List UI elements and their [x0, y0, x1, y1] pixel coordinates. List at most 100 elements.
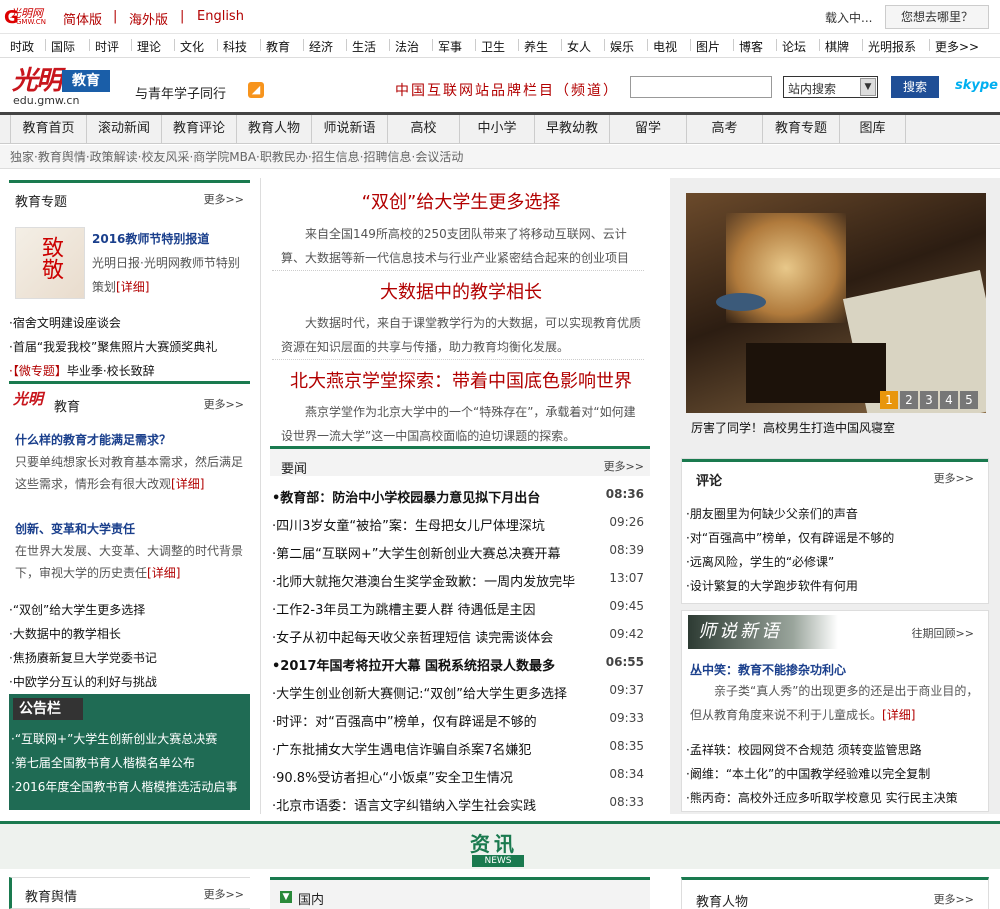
slideshow-image[interactable]	[686, 193, 986, 413]
channel-nav-item[interactable]: 女人	[567, 38, 591, 55]
comment-more-link[interactable]: 更多>>	[934, 470, 974, 486]
gmw-logo[interactable]: 光明网 GMW.CN G	[4, 5, 50, 29]
channel-nav-item[interactable]: 生活	[352, 38, 376, 55]
slide-page-button[interactable]: 5	[960, 391, 978, 409]
news-row[interactable]: ·第二届“互联网+”大学生创新创业大赛总决赛开幕 08:39	[272, 543, 644, 562]
comment-link[interactable]: ·远离风险，学生的“必修课”	[686, 553, 834, 570]
news-more-link[interactable]: 更多>>	[604, 458, 644, 474]
main-nav-item[interactable]: 教育首页	[10, 115, 87, 143]
edu-link[interactable]: ·焦扬赓新复旦大学党委书记	[9, 649, 157, 666]
channel-nav-item[interactable]: 卫生	[481, 38, 505, 55]
notice-link[interactable]: ·“互联网+”大学生创新创业大赛总决赛	[11, 730, 217, 747]
edu-more-link[interactable]: 更多>>	[204, 396, 244, 412]
main-nav-item[interactable]: 师说新语	[312, 115, 388, 143]
channel-nav-item[interactable]: 论坛	[782, 38, 806, 55]
special-link[interactable]: ·宿舍文明建设座谈会	[9, 314, 121, 331]
channel-nav-item[interactable]: 经济	[309, 38, 333, 55]
lang-english-link[interactable]: English	[197, 9, 244, 24]
edu-q2-link[interactable]: 创新、变革和大学责任	[15, 520, 135, 537]
channel-nav-item[interactable]: 棋牌	[825, 38, 849, 55]
notice-link[interactable]: ·第七届全国教书育人楷模名单公布	[11, 754, 195, 771]
lang-simplified-link[interactable]: 简体版	[63, 9, 102, 28]
teacher-detail-link[interactable]: [详细]	[882, 708, 915, 722]
headline-title[interactable]: 北大燕京学堂探索：带着中国底色影响世界	[272, 367, 650, 393]
teacher-past-link[interactable]: 往期回顾>>	[912, 625, 974, 641]
news-row[interactable]: •教育部：防治中小学校园暴力意见拟下月出台 08:36	[272, 487, 644, 506]
channel-nav-item[interactable]: 教育	[266, 38, 290, 55]
rss-icon[interactable]: ◢	[248, 82, 264, 98]
notice-link[interactable]: ·2016年度全国教书育人楷模推选活动启事	[11, 778, 237, 795]
main-nav-item[interactable]: 教育评论	[162, 115, 237, 143]
feature-detail-link[interactable]: [详细]	[116, 280, 149, 294]
main-nav-item[interactable]: 中小学	[460, 115, 535, 143]
headline-title[interactable]: “双创”给大学生更多选择	[272, 188, 650, 214]
edu-q1-detail-link[interactable]: [详细]	[171, 477, 204, 491]
promo-link[interactable]: ·【微专题】毕业季·校长致辞	[9, 362, 155, 379]
edu-link[interactable]: ·“双创”给大学生更多选择	[9, 601, 145, 618]
channel-nav-item[interactable]: 科技	[223, 38, 247, 55]
feature-title-link[interactable]: 2016教师节特别报道	[92, 230, 209, 247]
channel-nav-item[interactable]: 时评	[95, 38, 119, 55]
comment-link[interactable]: ·设计繁复的大学跑步软件有何用	[686, 577, 858, 594]
channel-nav-item[interactable]: 养生	[524, 38, 548, 55]
public-opinion-more-link[interactable]: 更多>>	[204, 886, 244, 902]
slide-page-button[interactable]: 2	[900, 391, 918, 409]
main-nav-item[interactable]: 高考	[687, 115, 763, 143]
main-nav-item[interactable]: 图库	[840, 115, 906, 143]
news-row[interactable]: ·工作2-3年员工为跳槽主要人群 待遇低是主因 09:45	[272, 599, 644, 618]
main-nav-item[interactable]: 早教幼教	[535, 115, 610, 143]
channel-nav-item[interactable]: 更多>>	[935, 38, 979, 55]
search-button[interactable]: 搜索	[891, 76, 939, 98]
comment-link[interactable]: ·朋友圈里为何缺少父亲们的声音	[686, 505, 858, 522]
channel-nav-item[interactable]: 电视	[653, 38, 677, 55]
teacher-headline-link[interactable]: 丛中笑：教育不能掺杂功利心	[690, 661, 846, 678]
channel-nav-item[interactable]: 国际	[51, 38, 75, 55]
news-row[interactable]: ·北京市语委：语言文字纠错纳入学生社会实践 08:33	[272, 795, 644, 814]
teacher-link[interactable]: ·阚维：“本土化”的中国教学经验难以完全复制	[686, 765, 930, 782]
channel-nav-item[interactable]: 军事	[438, 38, 462, 55]
news-row[interactable]: •2017年国考将拉开大幕 国税系统招录人数最多 06:55	[272, 655, 644, 674]
slide-page-button[interactable]: 1	[880, 391, 898, 409]
main-nav-item[interactable]: 教育人物	[237, 115, 312, 143]
news-row[interactable]: ·时评：对“百强高中”榜单，仅有辟谣是不够的 09:33	[272, 711, 644, 730]
edu-people-more-link[interactable]: 更多>>	[934, 891, 974, 907]
channel-nav-item[interactable]: 图片	[696, 38, 720, 55]
edu-q2-detail-link[interactable]: [详细]	[147, 566, 180, 580]
search-scope-select[interactable]: 站内搜索 ▼	[783, 76, 878, 98]
feature-thumbnail[interactable]: 致敬	[15, 227, 85, 299]
news-row[interactable]: ·90.8%受访者担心“小饭桌”安全卫生情况 08:34	[272, 767, 644, 786]
headline-title[interactable]: 大数据中的教学相长	[272, 278, 650, 304]
search-input[interactable]	[630, 76, 772, 98]
skype-icon[interactable]: skype	[955, 78, 998, 93]
channel-nav-item[interactable]: 时政	[10, 38, 34, 55]
edu-link[interactable]: ·大数据中的教学相长	[9, 625, 121, 642]
edu-q1-link[interactable]: 什么样的教育才能满足需求？	[15, 431, 171, 448]
comment-link[interactable]: ·对“百强高中”榜单，仅有辟谣是不够的	[686, 529, 894, 546]
news-row[interactable]: ·女子从初中起每天收父亲哲理短信 读完需谈体会 09:42	[272, 627, 644, 646]
teacher-link[interactable]: ·孟祥轶：校园网贷不合规范 须转变监管思路	[686, 741, 922, 758]
brand-logo-chinese[interactable]: 光明	[12, 60, 62, 97]
main-nav-item[interactable]: 留学	[610, 115, 687, 143]
channel-nav-item[interactable]: 理论	[137, 38, 161, 55]
news-row[interactable]: ·北师大就拖欠港澳台生奖学金致歉：一周内发放完毕 13:07	[272, 571, 644, 590]
news-row[interactable]: ·四川3岁女童“被拾”案：生母把女儿尸体埋深坑 09:26	[272, 515, 644, 534]
channel-nav-item[interactable]: 娱乐	[610, 38, 634, 55]
main-nav-item[interactable]: 高校	[388, 115, 460, 143]
news-row[interactable]: ·大学生创业创新大赛侧记:“双创”给大学生更多选择 09:37	[272, 683, 644, 702]
where-to-go-button[interactable]: 您想去哪里？	[885, 5, 989, 29]
main-nav-item[interactable]: 教育专题	[763, 115, 840, 143]
slide-page-button[interactable]: 4	[940, 391, 958, 409]
channel-nav-item[interactable]: 光明报系	[868, 38, 916, 55]
news-row[interactable]: ·广东批捕女大学生遇电信诈骗自杀案7名嫌犯 08:35	[272, 739, 644, 758]
special-topics-more-link[interactable]: 更多>>	[204, 191, 244, 207]
special-link[interactable]: ·首届“我爱我校”聚焦照片大赛颁奖典礼	[9, 338, 217, 355]
slide-page-button[interactable]: 3	[920, 391, 938, 409]
channel-nav-item[interactable]: 博客	[739, 38, 763, 55]
channel-nav-item[interactable]: 文化	[180, 38, 204, 55]
main-nav-item[interactable]: 滚动新闻	[87, 115, 162, 143]
edu-link[interactable]: ·中欧学分互认的利好与挑战	[9, 673, 157, 690]
teacher-link[interactable]: ·熊丙奇：高校外迁应多听取学校意见 实行民主决策	[686, 789, 958, 806]
slideshow-caption[interactable]: 厉害了同学！高校男生打造中国风寝室	[691, 419, 895, 436]
channel-nav-item[interactable]: 法治	[395, 38, 419, 55]
lang-overseas-link[interactable]: 海外版	[129, 9, 168, 28]
